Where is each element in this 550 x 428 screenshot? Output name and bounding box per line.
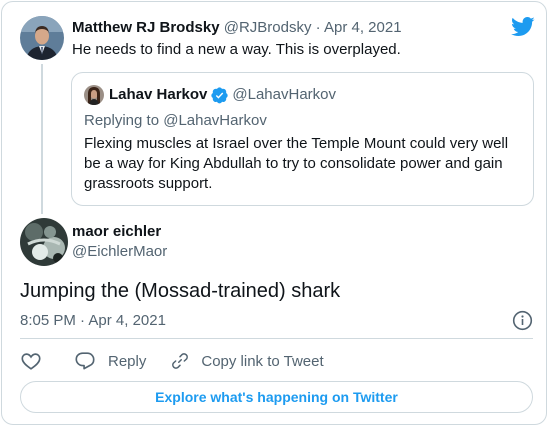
main-author-handle[interactable]: @EichlerMaor: [72, 242, 167, 262]
avatar-lahav[interactable]: [84, 85, 104, 105]
quoted-tweet-header: Lahav Harkov @LahavHarkov: [109, 85, 336, 105]
author-handle[interactable]: @RJBrodsky: [224, 19, 312, 36]
tweet-timestamp[interactable]: 8:05 PM · Apr 4, 2021: [20, 311, 166, 331]
tweet-date[interactable]: Apr 4, 2021: [324, 19, 402, 36]
replying-to-label: Replying to @LahavHarkov: [84, 112, 267, 129]
reply-icon: [74, 350, 96, 372]
tweet-time: 8:05 PM: [20, 312, 76, 329]
reply-label: Reply: [108, 352, 147, 370]
explore-twitter-button[interactable]: Explore what's happening on Twitter: [20, 381, 533, 413]
link-icon: [170, 351, 190, 371]
quoted-author-handle[interactable]: @LahavHarkov: [232, 85, 336, 105]
tweet-date: Apr 4, 2021: [88, 312, 166, 329]
author-name[interactable]: Matthew RJ Brodsky: [72, 19, 220, 36]
tweet-embed-card: Matthew RJ Brodsky @RJBrodsky · Apr 4, 2…: [1, 1, 547, 425]
main-author-name[interactable]: maor eichler: [72, 222, 161, 242]
separator-dot: ·: [80, 312, 86, 329]
quoted-tweet[interactable]: Lahav Harkov @LahavHarkov Replying to @L…: [71, 72, 534, 206]
main-tweet-text: Jumping the (Mossad-trained) shark: [20, 280, 341, 302]
quoted-author-name[interactable]: Lahav Harkov: [109, 85, 207, 105]
quoted-tweet-text: Flexing muscles at Israel over the Templ…: [84, 135, 509, 192]
verified-badge-icon: [211, 86, 229, 104]
copy-link-button[interactable]: Copy link to Tweet: [170, 351, 324, 371]
thread-connector-line: [41, 64, 43, 214]
divider: [20, 338, 533, 339]
avatar-maor[interactable]: [20, 218, 68, 266]
parent-tweet-header: Matthew RJ Brodsky @RJBrodsky · Apr 4, 2…: [72, 18, 402, 38]
copy-link-label: Copy link to Tweet: [201, 352, 324, 370]
parent-tweet-text: He needs to find a new a way. This is ov…: [72, 41, 401, 58]
separator-dot: ·: [315, 19, 321, 36]
avatar-matthew[interactable]: [20, 16, 64, 60]
info-icon[interactable]: [512, 310, 533, 331]
heart-icon: [20, 350, 42, 372]
tweet-actions: Reply Copy link to Tweet: [20, 350, 324, 372]
like-button[interactable]: [20, 350, 42, 372]
twitter-bird-icon[interactable]: [511, 17, 535, 37]
reply-button[interactable]: Reply: [74, 350, 146, 372]
